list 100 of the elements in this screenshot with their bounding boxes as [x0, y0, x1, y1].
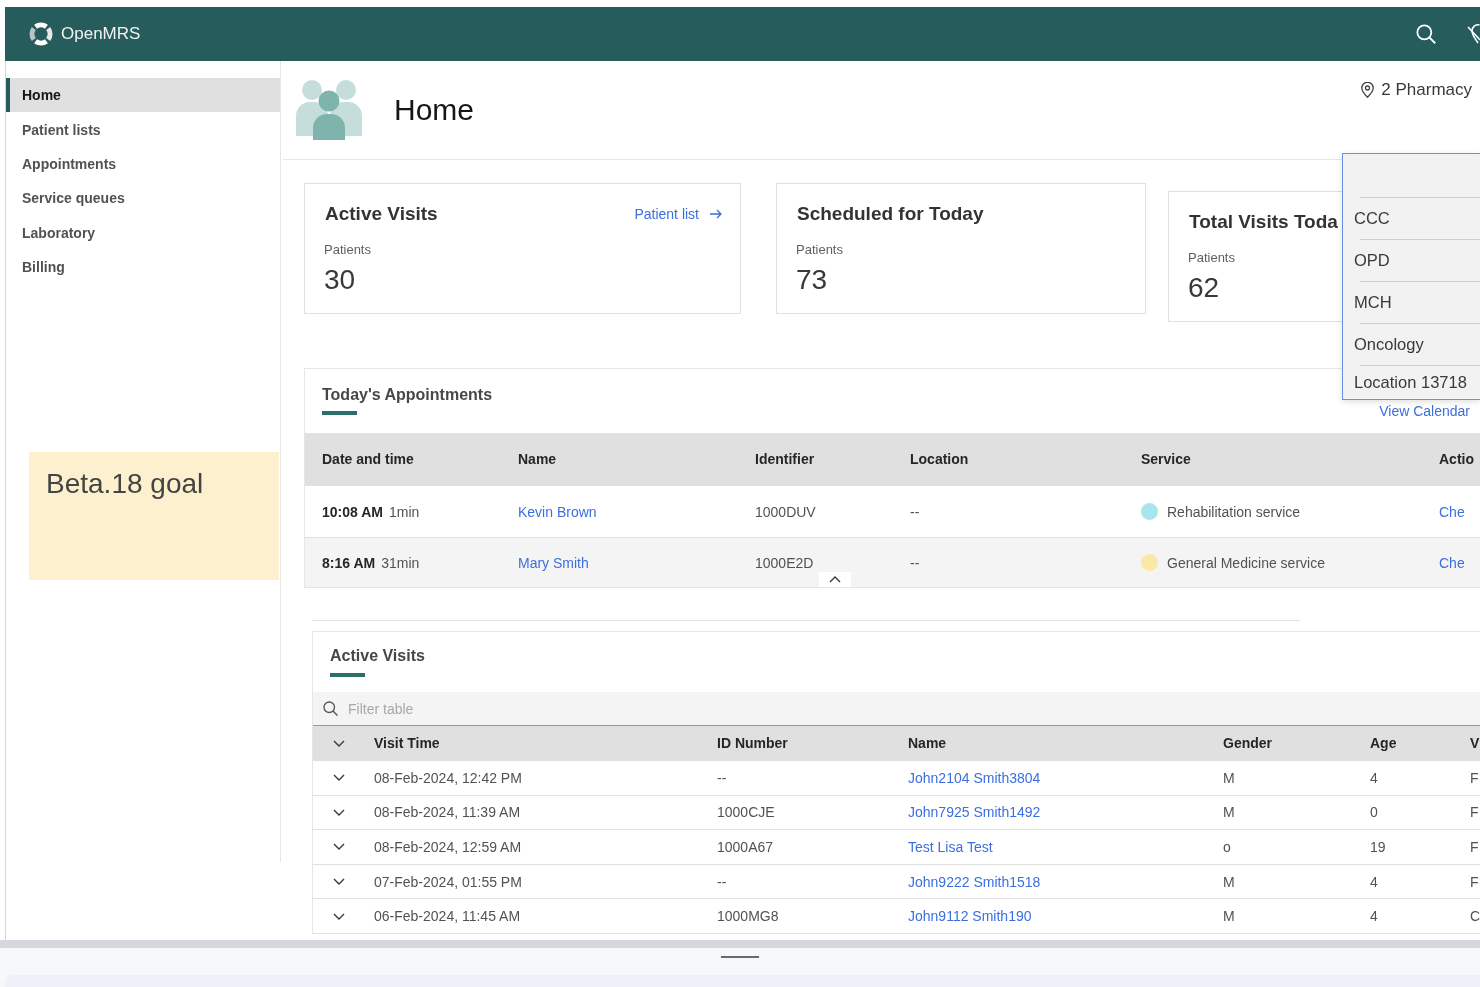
- card-label: Patients: [324, 242, 371, 258]
- chevron-down-icon[interactable]: [333, 912, 345, 920]
- sidebar-item[interactable]: Appointments: [6, 146, 280, 182]
- column-header: Gender: [1223, 735, 1273, 751]
- card-value: 73: [796, 264, 828, 296]
- service-name: General Medicine service: [1167, 554, 1325, 571]
- patient-name-link[interactable]: John7925 Smith1492: [908, 804, 1041, 821]
- card-label: Patients: [796, 242, 843, 258]
- column-header: Visit Time: [374, 735, 441, 751]
- appointment-time: 10:08 AM: [322, 503, 383, 520]
- action-link[interactable]: Che: [1439, 554, 1465, 571]
- filter-field[interactable]: Filter table: [313, 692, 1480, 726]
- table-cell: C: [1470, 908, 1480, 925]
- logo-icon: [28, 21, 54, 47]
- card-title: Total Visits Toda: [1188, 211, 1338, 233]
- table-cell-text: 08-Feb-2024, 12:59 AM: [374, 839, 523, 855]
- title-underline: [322, 411, 357, 415]
- card-title: Scheduled for Today: [796, 203, 984, 225]
- table-cell-text: M: [1223, 873, 1236, 890]
- patient-name-link[interactable]: Kevin Brown: [518, 503, 597, 520]
- search-icon[interactable]: [1416, 24, 1436, 44]
- card-title: Active Visits: [324, 203, 438, 225]
- location-label: 2 Pharmacy: [1381, 80, 1472, 100]
- sticky-note-text: Beta.18 goal: [46, 468, 204, 500]
- appointment-duration: 1min: [388, 503, 420, 520]
- column-header: Date and time: [322, 451, 415, 467]
- table-cell-text: 19: [1370, 839, 1387, 855]
- patient-name-link[interactable]: Mary Smith: [518, 554, 589, 571]
- sidebar-item[interactable]: Service queues: [6, 181, 280, 216]
- sidebar-item[interactable]: Billing: [6, 249, 280, 285]
- table-cell-text: 1000CJE: [717, 804, 776, 821]
- table-cell-text: M: [1223, 804, 1236, 821]
- table-cell-text: M: [1223, 908, 1236, 925]
- column-header: Location: [910, 451, 970, 467]
- people-illustration: [296, 80, 362, 140]
- search-icon: [323, 701, 338, 716]
- table-cell-text: --: [717, 769, 728, 786]
- table-cell-text: M: [1223, 769, 1236, 786]
- sidebar-item[interactable]: Home: [6, 78, 280, 113]
- page-title: Home: [394, 93, 475, 127]
- column-header: Name: [908, 735, 948, 751]
- table-cell-text: 4: [1370, 908, 1379, 925]
- collapse-button[interactable]: [819, 572, 851, 587]
- sidebar-item[interactable]: Laboratory: [6, 215, 280, 250]
- cut-off-icon[interactable]: [1467, 24, 1480, 44]
- sidebar-item[interactable]: Patient lists: [6, 112, 280, 147]
- card-value: 62: [1188, 272, 1220, 304]
- table-cell-text: 1000DUV: [755, 503, 817, 520]
- appointment-duration: 31min: [381, 554, 420, 571]
- chevron-down-icon[interactable]: [333, 808, 345, 816]
- patient-name-link[interactable]: John9222 Smith1518: [908, 873, 1041, 890]
- table-cell-text: --: [717, 873, 728, 890]
- view-calendar-link[interactable]: View Calendar: [1379, 403, 1470, 419]
- table-cell-text: 4: [1370, 769, 1379, 786]
- table-cell-text: 08-Feb-2024, 11:39 AM: [374, 804, 522, 821]
- dropdown-option[interactable]: Location 13718: [1343, 365, 1480, 399]
- arrow-right-icon: [710, 209, 722, 219]
- action-link[interactable]: Che: [1439, 503, 1465, 520]
- column-header: Identifier: [755, 451, 816, 467]
- table-cell-text: --: [910, 554, 921, 571]
- dropdown-option[interactable]: Oncology: [1343, 323, 1480, 365]
- column-header: Age: [1370, 735, 1398, 751]
- table-cell-text: 0: [1370, 804, 1379, 821]
- patient-list-link[interactable]: Patient list: [634, 206, 722, 222]
- table-cell-text: o: [1223, 839, 1232, 855]
- patient-name-link[interactable]: Test Lisa Test: [908, 839, 993, 855]
- table-cell: F: [1470, 769, 1480, 786]
- appointment-time: 8:16 AM: [322, 554, 376, 571]
- table-cell-text: 1000E2D: [755, 554, 815, 571]
- table-cell-text: 06-Feb-2024, 11:45 AM: [374, 908, 522, 925]
- table-cell-text: 1000MG8: [717, 908, 780, 925]
- service-name: Rehabilitation service: [1167, 503, 1301, 520]
- table-cell-text: --: [910, 503, 921, 520]
- panel-title: Active Visits: [330, 646, 425, 666]
- table-cell: F: [1470, 873, 1480, 890]
- title-underline: [330, 673, 365, 677]
- location-pin-icon: [1361, 82, 1375, 98]
- patient-name-link[interactable]: John9112 Smith190: [908, 908, 1032, 925]
- card-label: Patients: [1188, 250, 1235, 266]
- patient-name-link[interactable]: John2104 Smith3804: [908, 769, 1041, 786]
- dropdown-option[interactable]: MCH: [1343, 281, 1480, 323]
- column-header: Service: [1141, 451, 1192, 467]
- column-header: Name: [518, 451, 558, 467]
- table-cell-text: 1000A67: [717, 839, 775, 855]
- chevron-down-icon[interactable]: [333, 878, 345, 886]
- dropdown-option[interactable]: OPD: [1343, 239, 1480, 281]
- dropdown-option[interactable]: CCC: [1343, 197, 1480, 239]
- table-cell: F: [1470, 839, 1480, 855]
- table-cell-text: 08-Feb-2024, 12:42 PM: [374, 769, 523, 786]
- table-cell-text: 4: [1370, 873, 1379, 890]
- column-header: V: [1470, 735, 1480, 751]
- card-value: 30: [324, 264, 356, 296]
- chevron-up-icon: [829, 576, 841, 583]
- drag-handle-icon[interactable]: [721, 956, 759, 958]
- chevron-down-icon[interactable]: [333, 843, 345, 851]
- column-header: Actio: [1439, 451, 1475, 467]
- panel-title: Today's Appointments: [322, 385, 493, 405]
- brand-name: OpenMRS: [61, 24, 141, 44]
- chevron-down-icon[interactable]: [333, 774, 345, 782]
- chevron-down-icon[interactable]: [333, 739, 345, 747]
